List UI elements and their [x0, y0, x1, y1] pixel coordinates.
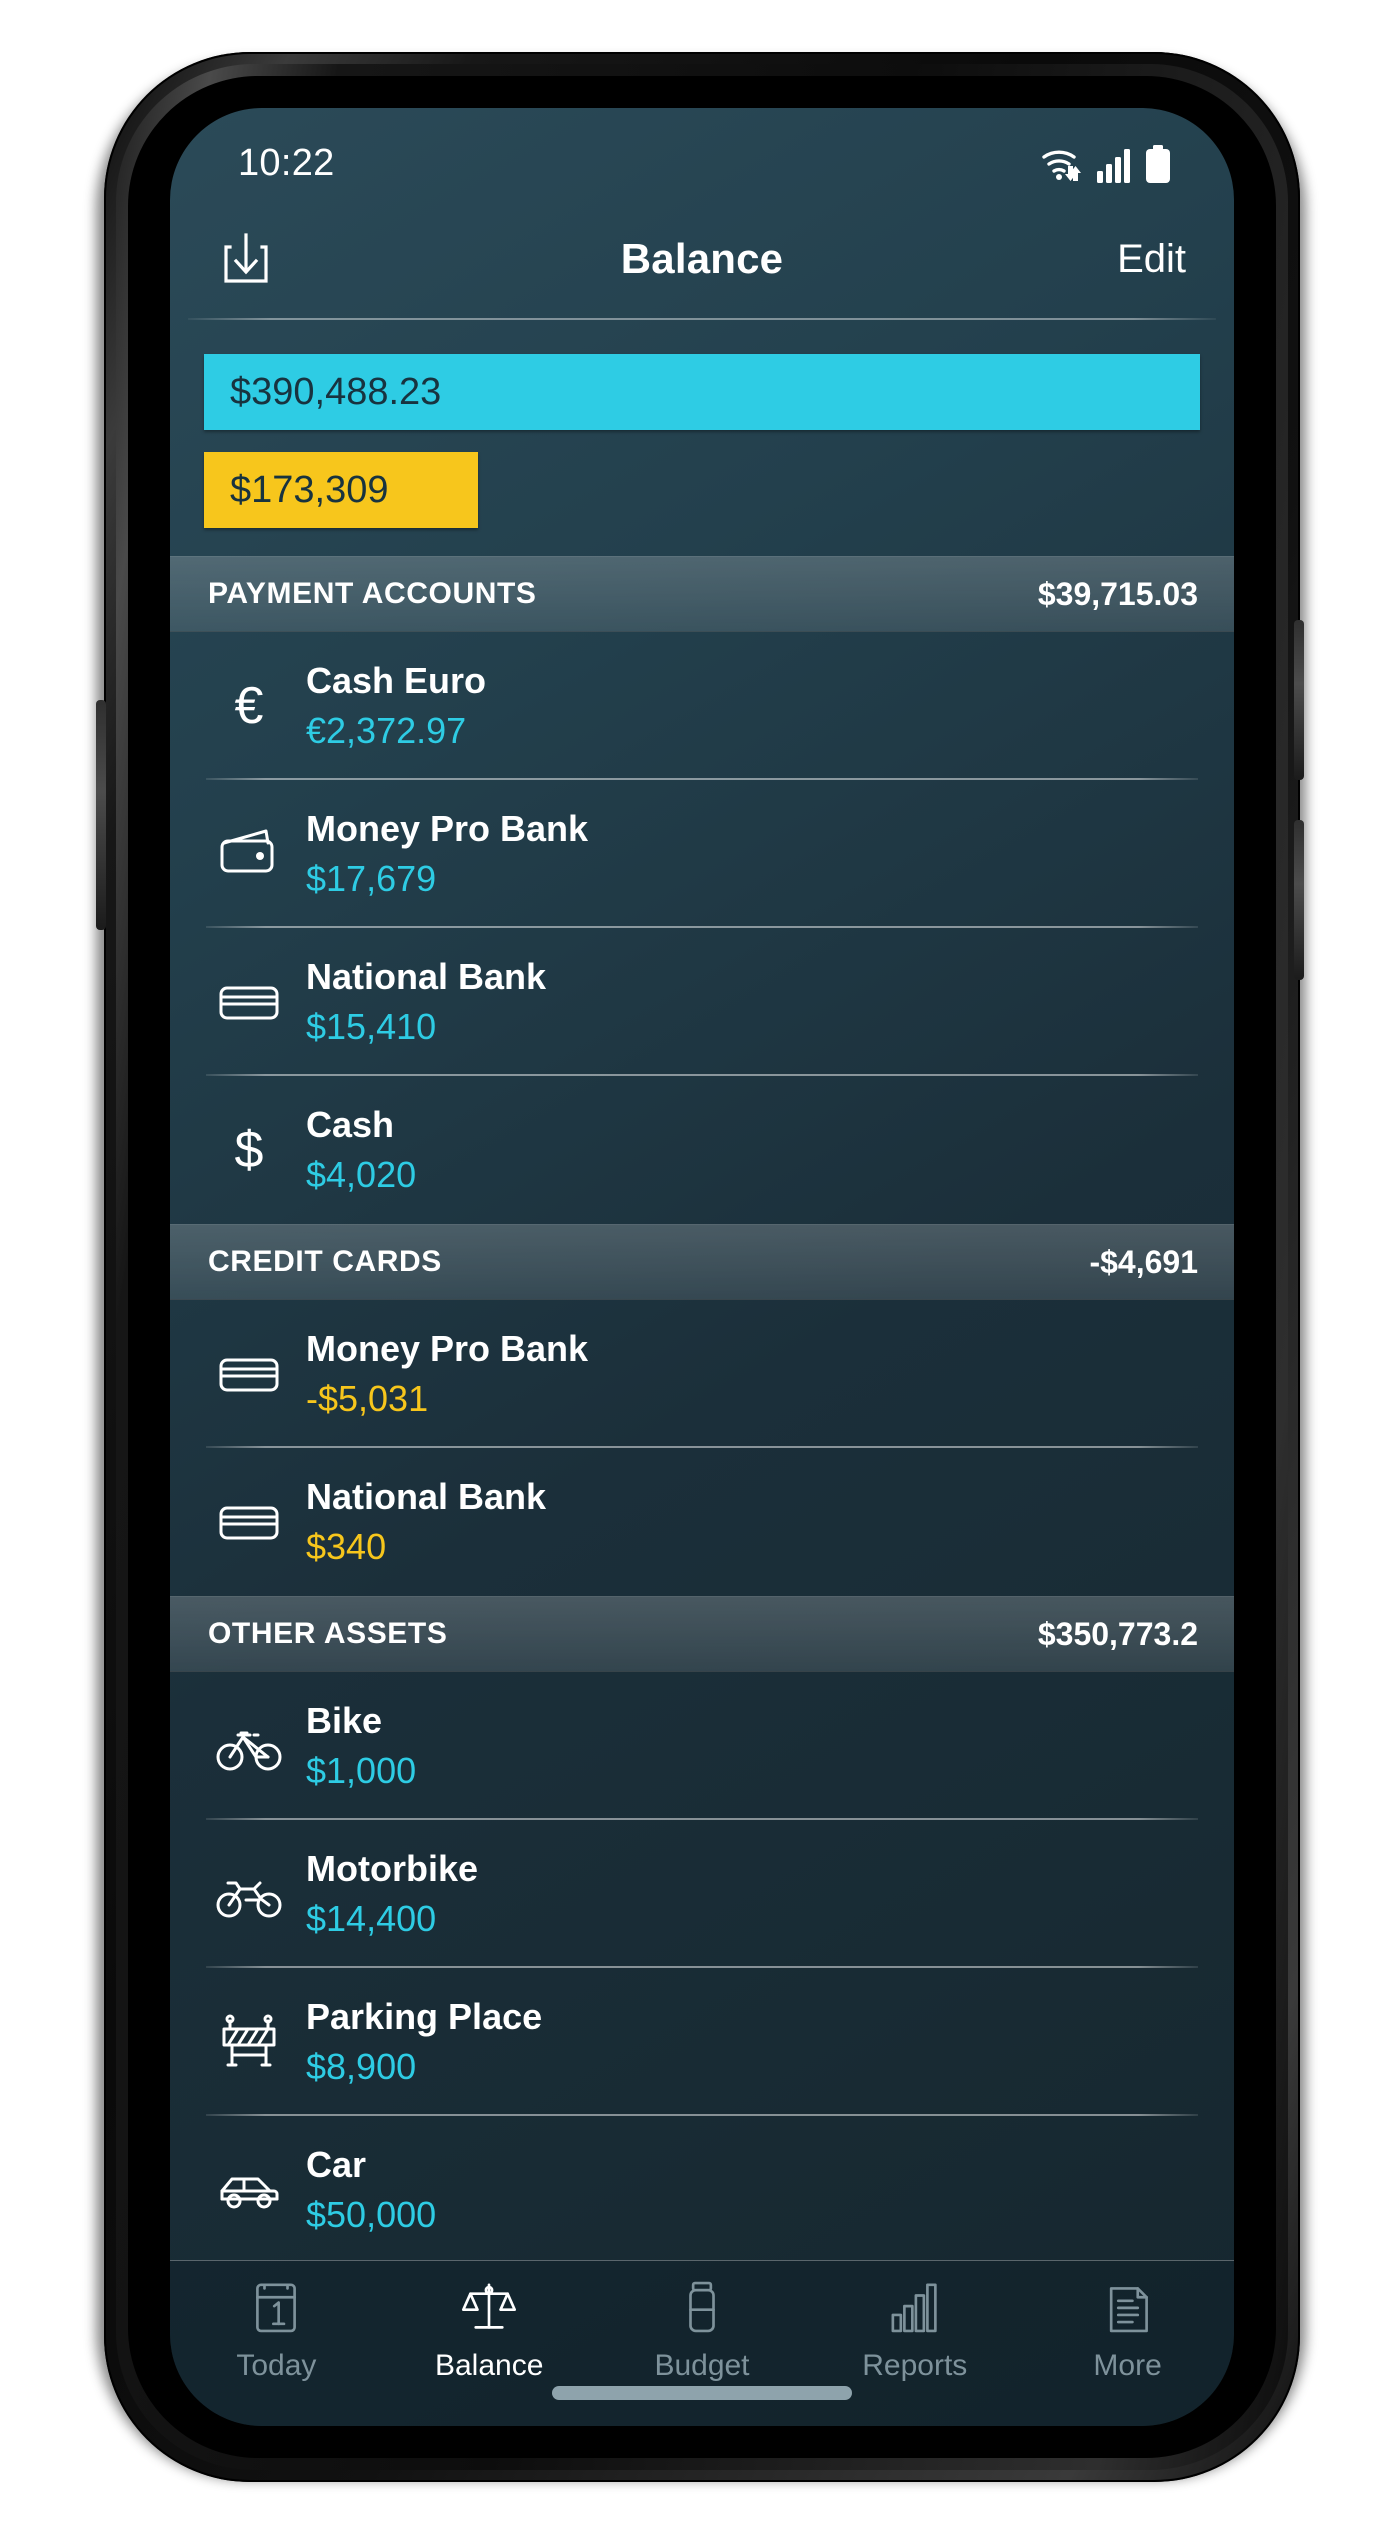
section-title: PAYMENT ACCOUNTS — [208, 577, 537, 610]
bar-net-worth[interactable]: $173,309 — [204, 452, 478, 528]
bar-total-assets-label: $390,488.23 — [230, 370, 442, 413]
status-bar-icons — [1040, 143, 1172, 183]
documents-icon — [1097, 2275, 1159, 2339]
battery-icon — [671, 2275, 733, 2339]
tab-reports[interactable]: Reports — [808, 2275, 1021, 2383]
account-amount: $340 — [306, 1526, 387, 1567]
tab-label: Budget — [654, 2349, 750, 2382]
calendar-icon — [245, 2275, 307, 2339]
account-amount: $50,000 — [306, 2194, 437, 2235]
motorbike-icon — [206, 1851, 292, 1937]
account-name: Money Pro Bank — [306, 808, 589, 849]
account-name: National Bank — [306, 1476, 547, 1517]
account-name: National Bank — [306, 956, 547, 997]
account-amount: -$5,031 — [306, 1378, 429, 1419]
tab-budget[interactable]: Budget — [596, 2275, 809, 2383]
account-name: Bike — [306, 1700, 383, 1741]
account-list[interactable]: PAYMENT ACCOUNTS $39,715.03 € Cash Euro €… — [170, 556, 1234, 2260]
account-name: Money Pro Bank — [306, 1328, 589, 1369]
credit-card-icon — [206, 1331, 292, 1417]
volume-up-button[interactable] — [1294, 620, 1304, 780]
account-row[interactable]: $ Cash $4,020 — [170, 1076, 1234, 1224]
tab-label: Reports — [862, 2349, 968, 2382]
account-amount: $4,020 — [306, 1154, 417, 1195]
account-name: Cash — [306, 1104, 395, 1145]
import-download-icon[interactable] — [218, 231, 274, 287]
bar-total-assets[interactable]: $390,488.23 — [204, 354, 1200, 430]
parking-barrier-icon — [206, 1999, 292, 2085]
euro-symbol-icon: € — [206, 663, 292, 749]
account-amount: $14,400 — [306, 1898, 437, 1939]
tab-balance[interactable]: Balance — [383, 2275, 596, 2383]
battery-icon — [1144, 145, 1172, 183]
account-amount: $17,679 — [306, 858, 437, 899]
section-header[interactable]: OTHER ASSETS $350,773.2 — [170, 1596, 1234, 1672]
bicycle-icon — [206, 1703, 292, 1789]
page-title: Balance — [620, 235, 784, 282]
tab-label: More — [1093, 2349, 1162, 2382]
status-bar: 10:22 — [170, 108, 1234, 200]
tab-today[interactable]: Today — [170, 2275, 383, 2383]
section-title: CREDIT CARDS — [208, 1245, 442, 1278]
euro-symbol-icon-glyph: € — [234, 677, 264, 735]
bottom-tab-bar: Today Balance Budget Reports More — [170, 2260, 1234, 2426]
account-row[interactable]: Motorbike $14,400 — [170, 1820, 1234, 1968]
power-button[interactable] — [96, 700, 106, 930]
account-row[interactable]: Bike $1,000 — [170, 1672, 1234, 1820]
account-amount: $8,900 — [306, 2046, 417, 2087]
car-icon — [206, 2147, 292, 2233]
section-total: -$4,691 — [1089, 1243, 1198, 1280]
account-row[interactable]: National Bank $15,410 — [170, 928, 1234, 1076]
account-row[interactable]: Parking Place $8,900 — [170, 1968, 1234, 2116]
bar-net-worth-label: $173,309 — [230, 468, 389, 511]
bar-chart-icon — [884, 2275, 946, 2339]
tab-label: Today — [236, 2349, 317, 2382]
section-header[interactable]: PAYMENT ACCOUNTS $39,715.03 — [170, 556, 1234, 632]
wifi-icon — [1040, 143, 1086, 183]
account-amount: $15,410 — [306, 1006, 437, 1047]
screenshot-stage: 10:22 Balance Edit $390,488.23 $173,309 … — [0, 0, 1400, 2534]
account-name: Cash Euro — [306, 660, 487, 701]
section-total: $39,715.03 — [1037, 575, 1198, 612]
scales-icon — [458, 2275, 520, 2339]
section-title: OTHER ASSETS — [208, 1617, 448, 1650]
account-name: Motorbike — [306, 1848, 479, 1889]
account-row[interactable]: Money Pro Bank $17,679 — [170, 780, 1234, 928]
credit-card-icon — [206, 1479, 292, 1565]
account-row[interactable]: € Cash Euro €2,372.97 — [170, 632, 1234, 780]
status-bar-clock: 10:22 — [238, 141, 335, 184]
credit-card-icon — [206, 959, 292, 1045]
tab-more[interactable]: More — [1021, 2275, 1234, 2383]
volume-down-button[interactable] — [1294, 820, 1304, 980]
account-name: Parking Place — [306, 1996, 543, 2037]
navigation-bar: Balance Edit — [170, 200, 1234, 318]
edit-button[interactable]: Edit — [1117, 237, 1186, 282]
account-amount: $1,000 — [306, 1750, 417, 1791]
dollar-symbol-icon-glyph: $ — [234, 1121, 264, 1179]
section-header[interactable]: CREDIT CARDS -$4,691 — [170, 1224, 1234, 1300]
section-total: $350,773.2 — [1037, 1615, 1198, 1652]
cellular-signal-icon — [1097, 149, 1133, 183]
phone-screen: 10:22 Balance Edit $390,488.23 $173,309 … — [170, 108, 1234, 2426]
account-row[interactable]: Money Pro Bank -$5,031 — [170, 1300, 1234, 1448]
balance-bar-chart: $390,488.23 $173,309 — [170, 320, 1234, 554]
account-name: Car — [306, 2144, 367, 2185]
dollar-symbol-icon: $ — [206, 1107, 292, 1193]
home-indicator[interactable] — [552, 2386, 852, 2400]
account-row[interactable]: National Bank $340 — [170, 1448, 1234, 1596]
account-row[interactable]: Car $50,000 — [170, 2116, 1234, 2260]
account-amount: €2,372.97 — [306, 710, 467, 751]
tab-label: Balance — [434, 2349, 544, 2382]
wallet-icon — [206, 811, 292, 897]
